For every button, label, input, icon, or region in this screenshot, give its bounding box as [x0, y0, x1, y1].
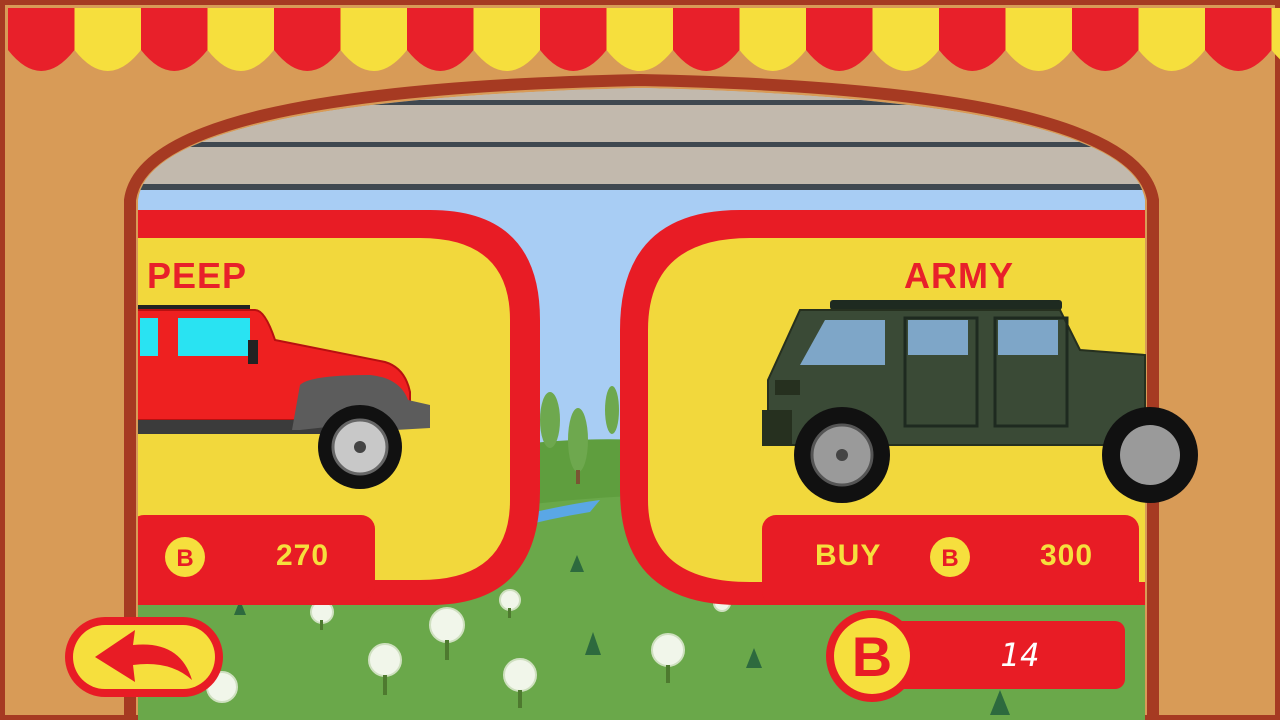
svg-text:B: B — [852, 625, 892, 688]
wallet-display: B — [826, 610, 1125, 702]
svg-text:B: B — [176, 545, 193, 572]
wallet-balance: 14 — [1000, 636, 1041, 674]
scene-graphics: B B B — [0, 0, 1280, 720]
back-button[interactable] — [65, 617, 223, 697]
svg-text:B: B — [941, 545, 958, 572]
buy-button[interactable]: BUY — [815, 539, 881, 573]
price-peep: 270 — [276, 539, 330, 572]
garage-shop-scene: B B B PEEP 270 ARMY BUY 300 14 — [0, 0, 1280, 720]
car-name-peep: PEEP — [147, 255, 248, 296]
car-name-army: ARMY — [904, 255, 1014, 296]
price-army: 300 — [1040, 539, 1094, 572]
